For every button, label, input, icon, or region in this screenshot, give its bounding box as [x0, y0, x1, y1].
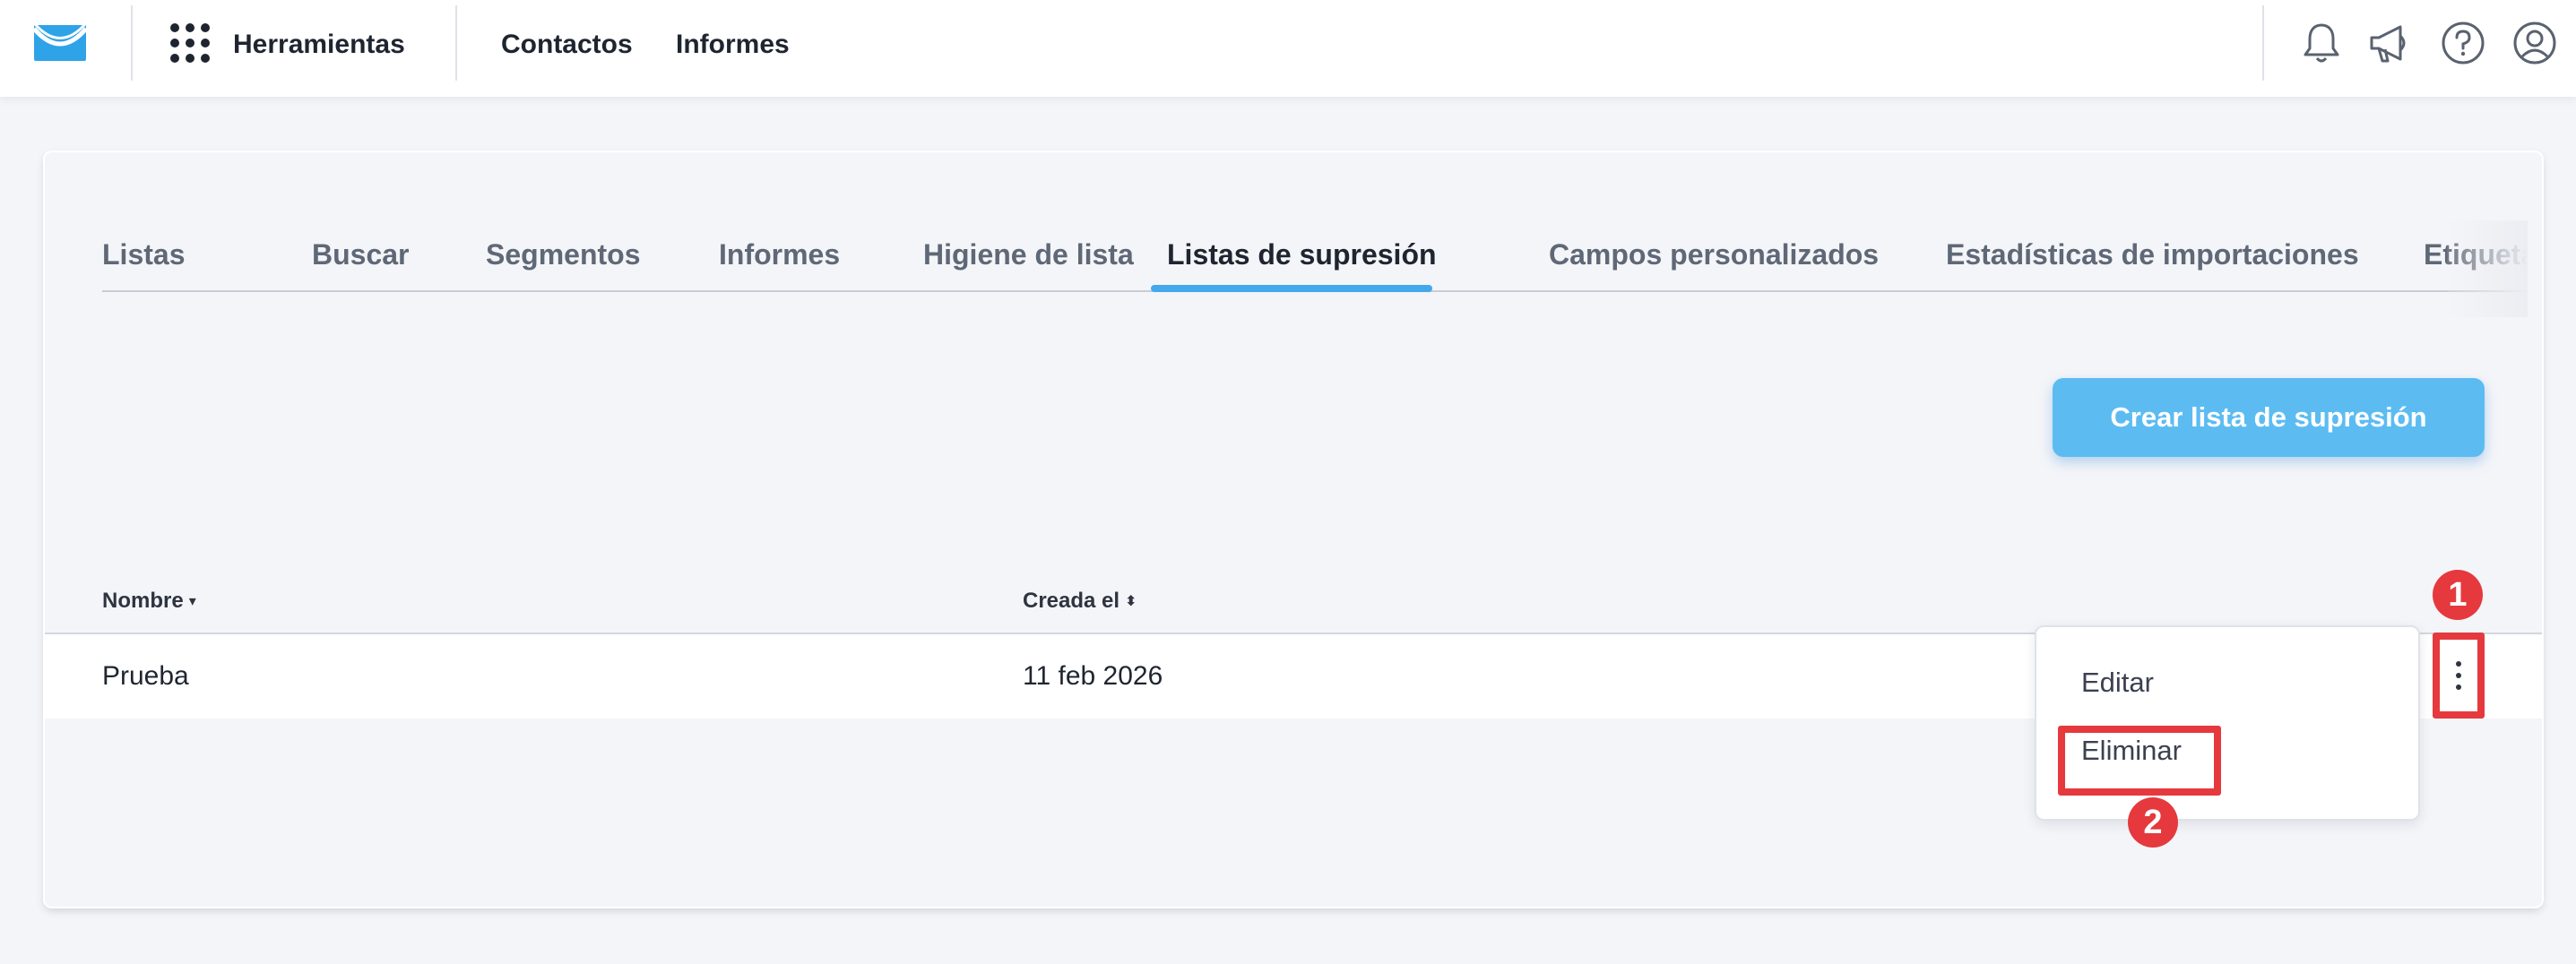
divider [131, 5, 133, 81]
tabs-scroll-fade [2447, 220, 2528, 317]
tab-import-statistics[interactable]: Estadísticas de importaciones [1946, 237, 2359, 272]
create-suppression-list-button[interactable]: Crear lista de supresión [2053, 378, 2485, 457]
nav-reports[interactable]: Informes [676, 27, 790, 63]
sort-both-icon: ⬍ [1125, 594, 1137, 609]
row-name: Prueba [102, 661, 189, 691]
column-header-name-label: Nombre [102, 589, 184, 613]
step-badge-2: 2 [2128, 797, 2178, 848]
envelope-logo-icon[interactable] [32, 23, 88, 63]
row-actions-menu: Editar Eliminar [2035, 625, 2420, 821]
divider [455, 5, 457, 81]
column-header-created-label: Creada el [1023, 589, 1120, 613]
tab-segments[interactable]: Segmentos [486, 237, 640, 272]
megaphone-icon[interactable] [2366, 20, 2413, 66]
tab-list-hygiene[interactable]: Higiene de lista [923, 237, 1134, 272]
sort-down-icon: ▾ [188, 594, 196, 609]
contacts-tabs: Listas Buscar Segmentos Informes Higiene… [102, 222, 2528, 292]
bell-icon[interactable] [2298, 20, 2345, 66]
tab-reports[interactable]: Informes [719, 237, 840, 272]
column-header-name[interactable]: Nombre ▾ [102, 588, 196, 615]
apps-grid-icon[interactable] [170, 23, 210, 63]
column-header-created[interactable]: Creada el ⬍ [1023, 588, 1137, 615]
tab-search[interactable]: Buscar [312, 237, 410, 272]
active-tab-indicator [1151, 285, 1432, 292]
row-created-date: 11 feb 2026 [1023, 661, 1163, 691]
divider [2262, 5, 2264, 81]
menu-item-delete[interactable]: Eliminar [2081, 733, 2182, 769]
tools-menu[interactable]: Herramientas [233, 27, 405, 63]
top-navigation-bar: Herramientas Contactos Informes [0, 0, 2576, 97]
help-icon[interactable] [2440, 20, 2486, 66]
menu-item-edit[interactable]: Editar [2081, 665, 2154, 701]
tab-custom-fields[interactable]: Campos personalizados [1549, 237, 1879, 272]
step-badge-1: 1 [2433, 570, 2483, 620]
row-actions-kebab-icon[interactable] [2436, 636, 2481, 715]
suppression-lists-panel: Listas Buscar Segmentos Informes Higiene… [45, 152, 2542, 907]
user-account-icon[interactable] [2511, 20, 2558, 66]
nav-contacts[interactable]: Contactos [501, 27, 633, 63]
tab-lists[interactable]: Listas [102, 237, 185, 272]
tab-suppression-lists[interactable]: Listas de supresión [1167, 237, 1437, 272]
